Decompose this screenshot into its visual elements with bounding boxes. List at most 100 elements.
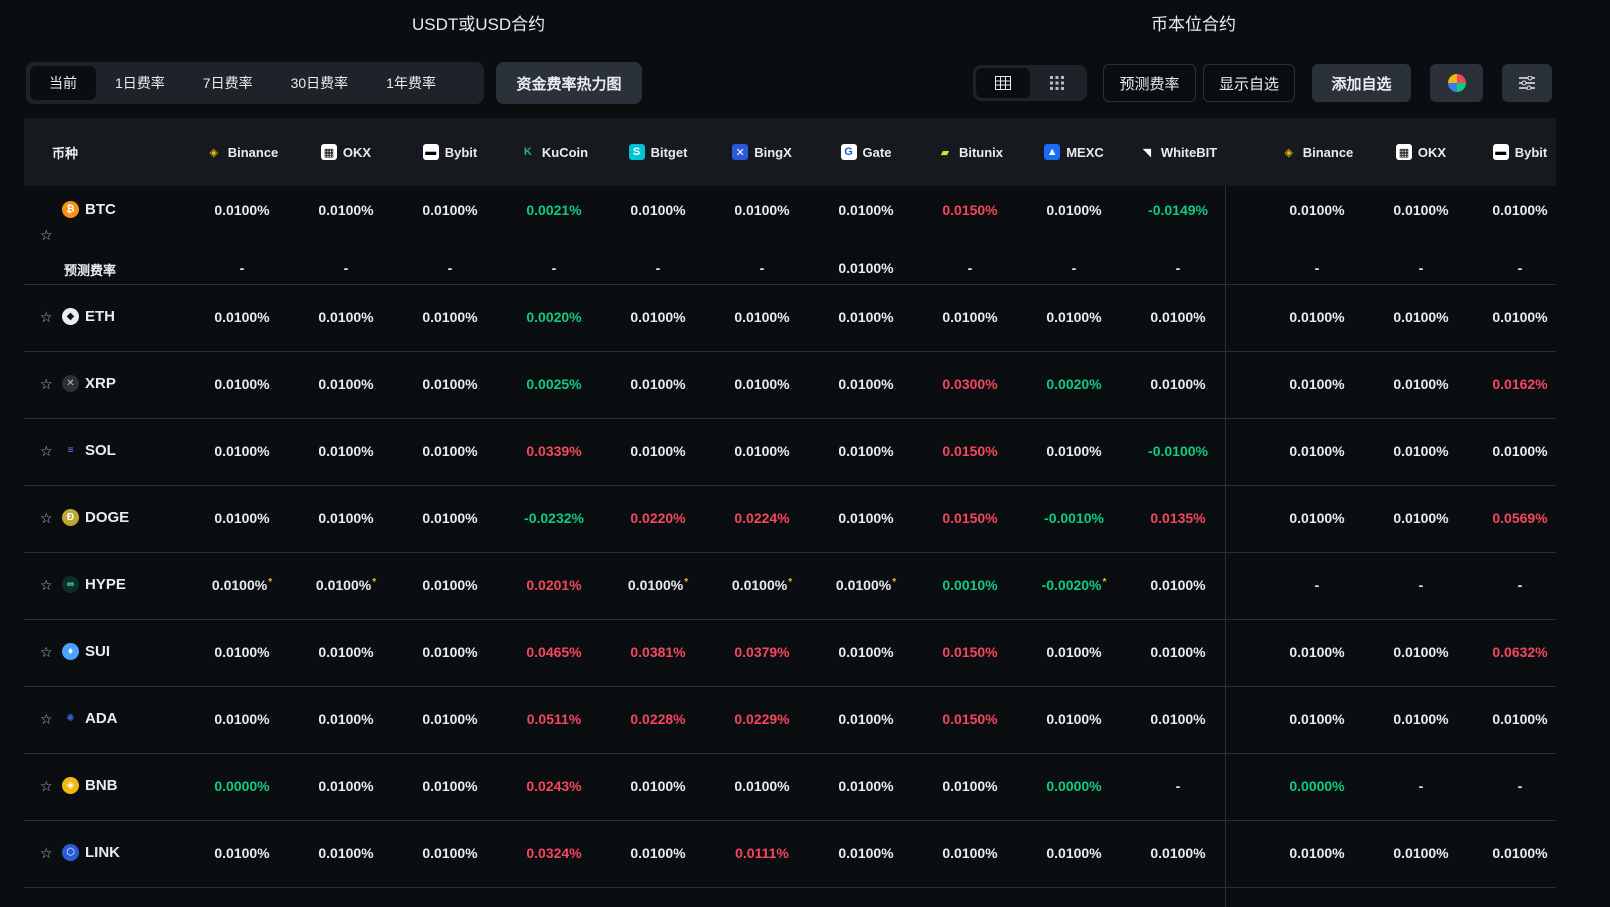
rate-cell-bybit[interactable]: 0.0100% <box>398 644 502 660</box>
rate-cell-mexc[interactable]: 0.0000% <box>1022 778 1126 794</box>
rate-cell-binance-coin[interactable]: 0.0100% <box>1265 510 1369 526</box>
rate-cell-mexc[interactable]: -0.0010% <box>1022 510 1126 526</box>
rate-cell-bitunix[interactable]: 0.0150% <box>918 510 1022 526</box>
rate-cell-bybit[interactable]: 0.0100% <box>398 510 502 526</box>
coin-hype[interactable]: ∞ HYPE <box>62 576 126 593</box>
rate-cell-gate[interactable]: 0.0100% <box>814 309 918 325</box>
coin-bnb[interactable]: ◈ BNB <box>62 777 118 794</box>
rate-cell-whitebit[interactable]: -0.0100% <box>1126 443 1230 459</box>
rate-cell-whitebit[interactable]: 0.0100% <box>1126 644 1230 660</box>
rate-cell-kucoin[interactable]: 0.0243% <box>502 778 606 794</box>
rate-cell-okx[interactable]: 0.0100% <box>294 510 398 526</box>
rate-cell-bybit-coin[interactable]: 0.0100% <box>1468 711 1572 727</box>
forecast-button[interactable]: 预测费率 <box>1103 64 1196 102</box>
rate-cell-bingx[interactable]: 0.0100% <box>710 202 814 218</box>
grid-view-button[interactable] <box>1030 68 1084 98</box>
table-view-button[interactable] <box>976 68 1030 98</box>
rate-cell-binance[interactable]: 0.0100% <box>190 443 294 459</box>
rate-cell-gate[interactable]: 0.0100% <box>814 711 918 727</box>
rate-cell-whitebit[interactable]: 0.0135% <box>1126 510 1230 526</box>
rate-cell-mexc[interactable]: 0.0100% <box>1022 644 1126 660</box>
rate-cell-bybit-coin[interactable]: 0.0632% <box>1468 644 1572 660</box>
rate-cell-mexc[interactable]: 0.0020% <box>1022 376 1126 392</box>
rate-cell-mexc[interactable]: 0.0100% <box>1022 845 1126 861</box>
watchlist-star-icon[interactable]: ☆ <box>40 577 53 594</box>
rate-cell-gate[interactable]: 0.0100% <box>814 644 918 660</box>
rate-cell-bybit-coin[interactable]: 0.0100% <box>1468 443 1572 459</box>
rate-cell-gate[interactable]: 0.0100%* <box>814 577 918 593</box>
rate-cell-okx[interactable]: 0.0100% <box>294 443 398 459</box>
coin-eth[interactable]: ◆ ETH <box>62 308 115 325</box>
rate-cell-bingx[interactable]: 0.0100% <box>710 778 814 794</box>
rate-cell-okx[interactable]: 0.0100%* <box>294 577 398 593</box>
rate-cell-binance-coin[interactable]: 0.0000% <box>1265 778 1369 794</box>
rate-cell-kucoin[interactable]: 0.0339% <box>502 443 606 459</box>
rate-cell-bitunix[interactable]: 0.0150% <box>918 202 1022 218</box>
rate-cell-binance[interactable]: 0.0100% <box>190 202 294 218</box>
rate-cell-okx-coin[interactable]: 0.0100% <box>1369 202 1473 218</box>
rate-cell-binance-coin[interactable]: 0.0100% <box>1265 443 1369 459</box>
rate-cell-bybit-coin[interactable]: 0.0162% <box>1468 376 1572 392</box>
settings-button[interactable] <box>1502 64 1552 102</box>
rate-cell-okx-coin[interactable]: 0.0100% <box>1369 309 1473 325</box>
watchlist-star-icon[interactable]: ☆ <box>40 711 53 728</box>
rate-cell-bybit-coin[interactable]: 0.0100% <box>1468 845 1572 861</box>
rate-cell-binance-coin[interactable]: - <box>1265 577 1369 593</box>
watchlist-star-icon[interactable]: ☆ <box>40 227 53 244</box>
add-watch-button[interactable]: 添加自选 <box>1312 64 1411 102</box>
rate-cell-gate[interactable]: 0.0100% <box>814 778 918 794</box>
rate-cell-okx-coin[interactable]: 0.0100% <box>1369 376 1473 392</box>
rate-cell-kucoin[interactable]: 0.0021% <box>502 202 606 218</box>
rate-cell-okx-coin[interactable]: - <box>1369 778 1473 794</box>
rate-cell-bingx[interactable]: 0.0100% <box>710 443 814 459</box>
rate-cell-binance-coin[interactable]: 0.0100% <box>1265 202 1369 218</box>
rate-cell-bitget[interactable]: 0.0100% <box>606 443 710 459</box>
rate-cell-bitunix[interactable]: 0.0150% <box>918 711 1022 727</box>
rate-cell-bybit[interactable]: 0.0100% <box>398 202 502 218</box>
watchlist-star-icon[interactable]: ☆ <box>40 443 53 460</box>
rate-cell-okx-coin[interactable]: 0.0100% <box>1369 443 1473 459</box>
rate-cell-okx[interactable]: 0.0100% <box>294 309 398 325</box>
rate-cell-bybit[interactable]: 0.0100% <box>398 778 502 794</box>
rate-cell-bybit[interactable]: 0.0100% <box>398 309 502 325</box>
rate-cell-binance[interactable]: 0.0100% <box>190 510 294 526</box>
rate-cell-bitunix[interactable]: 0.0100% <box>918 309 1022 325</box>
rate-cell-bitget[interactable]: 0.0100% <box>606 309 710 325</box>
show-watch-button[interactable]: 显示自选 <box>1203 64 1295 102</box>
rate-cell-whitebit[interactable]: 0.0100% <box>1126 845 1230 861</box>
rate-cell-okx-coin[interactable]: 0.0100% <box>1369 845 1473 861</box>
rate-cell-kucoin[interactable]: -0.0232% <box>502 510 606 526</box>
rate-cell-whitebit[interactable]: 0.0100% <box>1126 376 1230 392</box>
rate-cell-bitget[interactable]: 0.0100% <box>606 778 710 794</box>
rate-cell-binance-coin[interactable]: 0.0100% <box>1265 376 1369 392</box>
coin-doge[interactable]: Ð DOGE <box>62 509 129 526</box>
rate-cell-whitebit[interactable]: 0.0100% <box>1126 577 1230 593</box>
watchlist-star-icon[interactable]: ☆ <box>40 309 53 326</box>
rate-cell-okx-coin[interactable]: - <box>1369 577 1473 593</box>
rate-cell-whitebit[interactable]: -0.0149% <box>1126 202 1230 218</box>
rate-cell-okx[interactable]: 0.0100% <box>294 711 398 727</box>
rate-cell-okx[interactable]: 0.0100% <box>294 202 398 218</box>
tab-current[interactable]: 当前 <box>30 66 96 100</box>
rate-cell-bybit[interactable]: 0.0100% <box>398 577 502 593</box>
rate-cell-whitebit[interactable]: 0.0100% <box>1126 309 1230 325</box>
rate-cell-bingx[interactable]: 0.0100% <box>710 376 814 392</box>
tab-30d[interactable]: 30日费率 <box>272 66 368 100</box>
rate-cell-mexc[interactable]: 0.0100% <box>1022 711 1126 727</box>
rate-cell-binance-coin[interactable]: 0.0100% <box>1265 309 1369 325</box>
tab-7d[interactable]: 7日费率 <box>184 66 272 100</box>
rate-cell-okx[interactable]: 0.0100% <box>294 376 398 392</box>
rate-cell-bingx[interactable]: 0.0229% <box>710 711 814 727</box>
rate-cell-okx[interactable]: 0.0100% <box>294 845 398 861</box>
rate-cell-mexc[interactable]: 0.0100% <box>1022 443 1126 459</box>
rate-cell-bitget[interactable]: 0.0100%* <box>606 577 710 593</box>
rate-cell-binance[interactable]: 0.0100% <box>190 711 294 727</box>
tab-1d[interactable]: 1日费率 <box>96 66 184 100</box>
rate-cell-bybit-coin[interactable]: 0.0100% <box>1468 202 1572 218</box>
rate-cell-binance-coin[interactable]: 0.0100% <box>1265 845 1369 861</box>
rate-cell-bybit[interactable]: 0.0100% <box>398 845 502 861</box>
rate-cell-binance[interactable]: 0.0100% <box>190 644 294 660</box>
watchlist-star-icon[interactable]: ☆ <box>40 644 53 661</box>
rate-cell-kucoin[interactable]: 0.0465% <box>502 644 606 660</box>
rate-cell-okx-coin[interactable]: 0.0100% <box>1369 711 1473 727</box>
